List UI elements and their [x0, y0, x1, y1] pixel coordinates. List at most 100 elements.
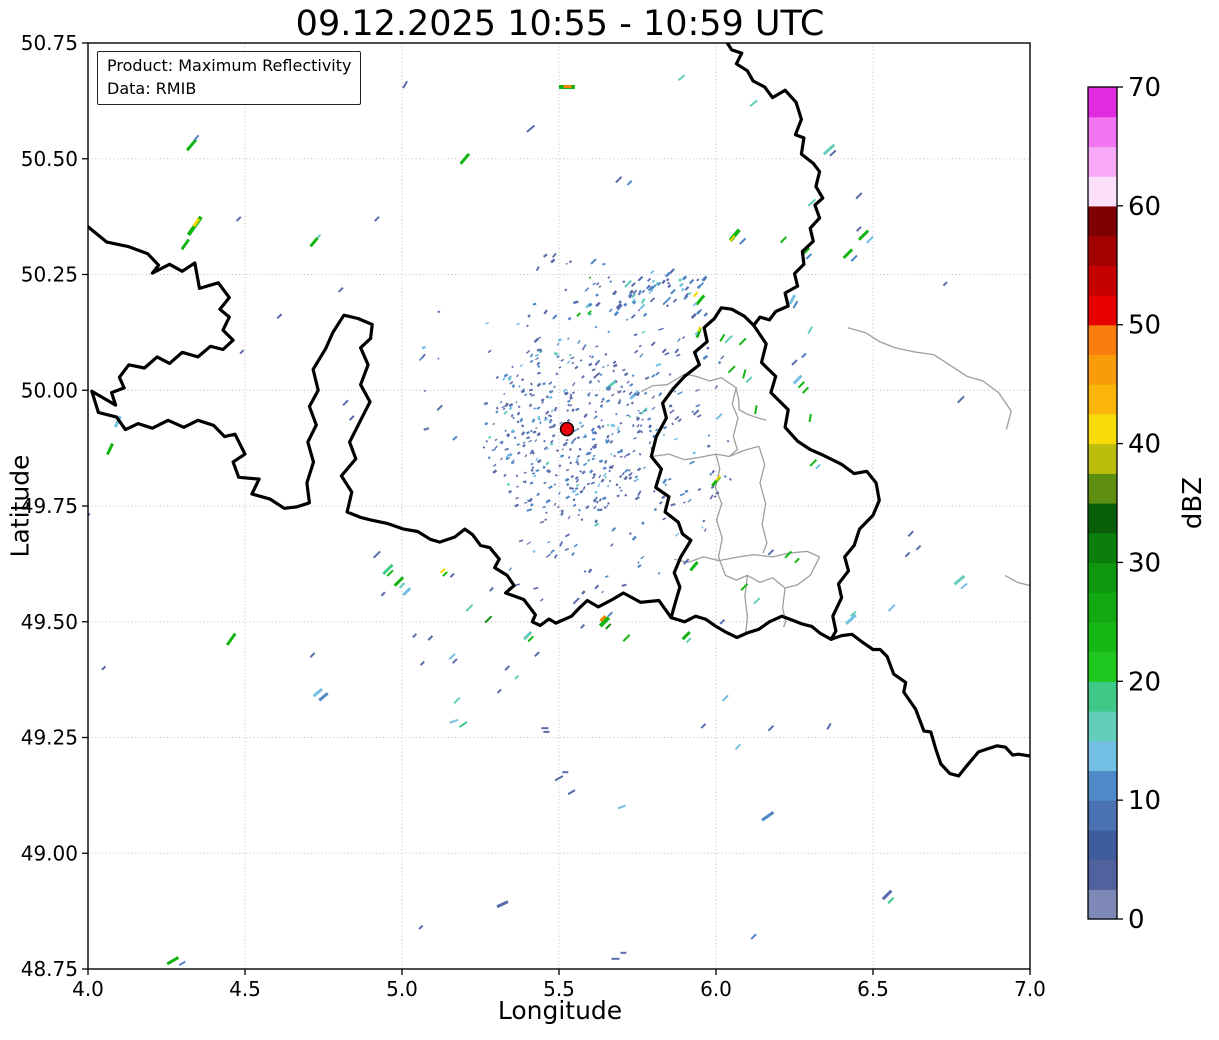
clutter-dot — [559, 541, 564, 547]
clutter-dot — [524, 393, 528, 397]
clutter-dot — [491, 448, 497, 452]
clutter-dot — [577, 339, 581, 345]
echo-streak — [767, 549, 775, 556]
clutter-dot — [574, 492, 580, 497]
info-box: Product: Maximum Reflectivity Data: RMIB — [97, 51, 362, 106]
clutter-dot — [579, 469, 583, 473]
clutter-dot — [516, 443, 520, 446]
axis-ticks — [82, 42, 1031, 975]
clutter-dot — [452, 435, 458, 441]
clutter-dot — [545, 553, 551, 559]
echo-streak — [101, 665, 107, 671]
clutter-dot — [571, 408, 575, 412]
clutter-dot — [583, 462, 588, 467]
echo-streak — [562, 771, 569, 774]
clutter-dot — [602, 496, 607, 501]
echo-streak — [380, 591, 386, 597]
echo-streak — [742, 369, 747, 379]
clutter-dot — [536, 492, 540, 497]
echo-streak — [496, 900, 509, 909]
clutter-dot — [523, 480, 527, 484]
clutter-dot — [567, 515, 571, 520]
clutter-dot — [527, 314, 531, 318]
clutter-dot — [543, 253, 548, 258]
clutter-dot — [572, 498, 576, 502]
clutter-dot — [662, 433, 666, 437]
colorbar-swatch — [1088, 740, 1117, 772]
clutter-dot — [523, 471, 527, 475]
clutter-dot — [524, 454, 528, 458]
colorbar-swatch — [1088, 235, 1117, 266]
clutter-dot — [540, 598, 544, 602]
clutter-dot — [687, 498, 692, 503]
clutter-dot — [588, 380, 593, 385]
clutter-dot — [598, 459, 604, 464]
echo-streak — [185, 138, 198, 152]
echo-streak — [605, 623, 612, 630]
clutter-dot — [529, 353, 534, 358]
echo-streak — [590, 258, 597, 265]
clutter-dot — [655, 371, 660, 376]
colorbar-swatch — [1088, 87, 1117, 118]
clutter-dot — [637, 409, 640, 412]
clutter-dot — [536, 361, 541, 366]
echo-streak — [907, 530, 914, 537]
echo-streak — [225, 632, 237, 646]
clutter-dot — [729, 477, 732, 481]
clutter-dot — [516, 451, 521, 455]
clutter-dot — [542, 382, 546, 386]
clutter-dot — [564, 288, 568, 292]
clutter-dot — [575, 483, 580, 487]
clutter-dot — [553, 483, 557, 486]
echo-streak — [342, 399, 349, 406]
clutter-dot — [543, 309, 548, 315]
info-data-line: Data: RMIB — [107, 78, 197, 98]
clutter-dot — [508, 406, 513, 411]
colorbar-tick-label: 0 — [1128, 905, 1145, 935]
echo-streak — [541, 727, 549, 730]
clutter-dot — [564, 547, 570, 551]
clutter-dot — [653, 508, 657, 512]
y-tick-label: 48.75 — [21, 957, 78, 981]
colorbar-swatch — [1088, 651, 1117, 682]
speckle-dot — [595, 301, 601, 308]
echo-streak — [449, 718, 459, 724]
echo-streak — [459, 152, 471, 165]
clutter-dot — [503, 373, 509, 378]
clutter-dot — [618, 486, 622, 489]
clutter-dot — [664, 483, 668, 487]
clutter-dot — [628, 532, 632, 536]
clutter-dot — [526, 324, 529, 328]
echo-streak — [784, 550, 793, 559]
speckle-dot — [596, 282, 600, 286]
clutter-dot — [617, 400, 622, 405]
clutter-dot — [691, 410, 695, 414]
echo-streak — [715, 413, 723, 421]
clutter-dot — [580, 518, 584, 521]
echo-streak — [594, 584, 600, 590]
speckle-dot — [639, 303, 646, 310]
clutter-dot — [526, 350, 530, 354]
clutter-dot — [581, 590, 586, 595]
national-border-line — [829, 632, 1030, 778]
clutter-dot — [590, 481, 596, 485]
clutter-dot — [643, 391, 648, 395]
colorbar-swatch — [1088, 324, 1117, 356]
clutter-dot — [423, 427, 430, 431]
echo-streak — [453, 696, 461, 705]
clutter-dot — [503, 410, 508, 415]
clutter-dot — [570, 356, 575, 360]
clutter-dot — [664, 352, 670, 356]
clutter-dot — [591, 457, 595, 461]
echo-streak — [316, 233, 322, 240]
clutter-dot — [532, 550, 536, 554]
clutter-dot — [530, 468, 534, 472]
x-tick-label: 6.0 — [700, 977, 732, 1001]
clutter-dot — [560, 511, 564, 516]
speckle-dot — [643, 312, 648, 317]
clutter-dot — [566, 409, 569, 412]
clutter-dot — [706, 346, 710, 350]
echo-streak — [166, 956, 180, 966]
clutter-dot — [506, 432, 510, 437]
clutter-dot — [608, 479, 612, 483]
